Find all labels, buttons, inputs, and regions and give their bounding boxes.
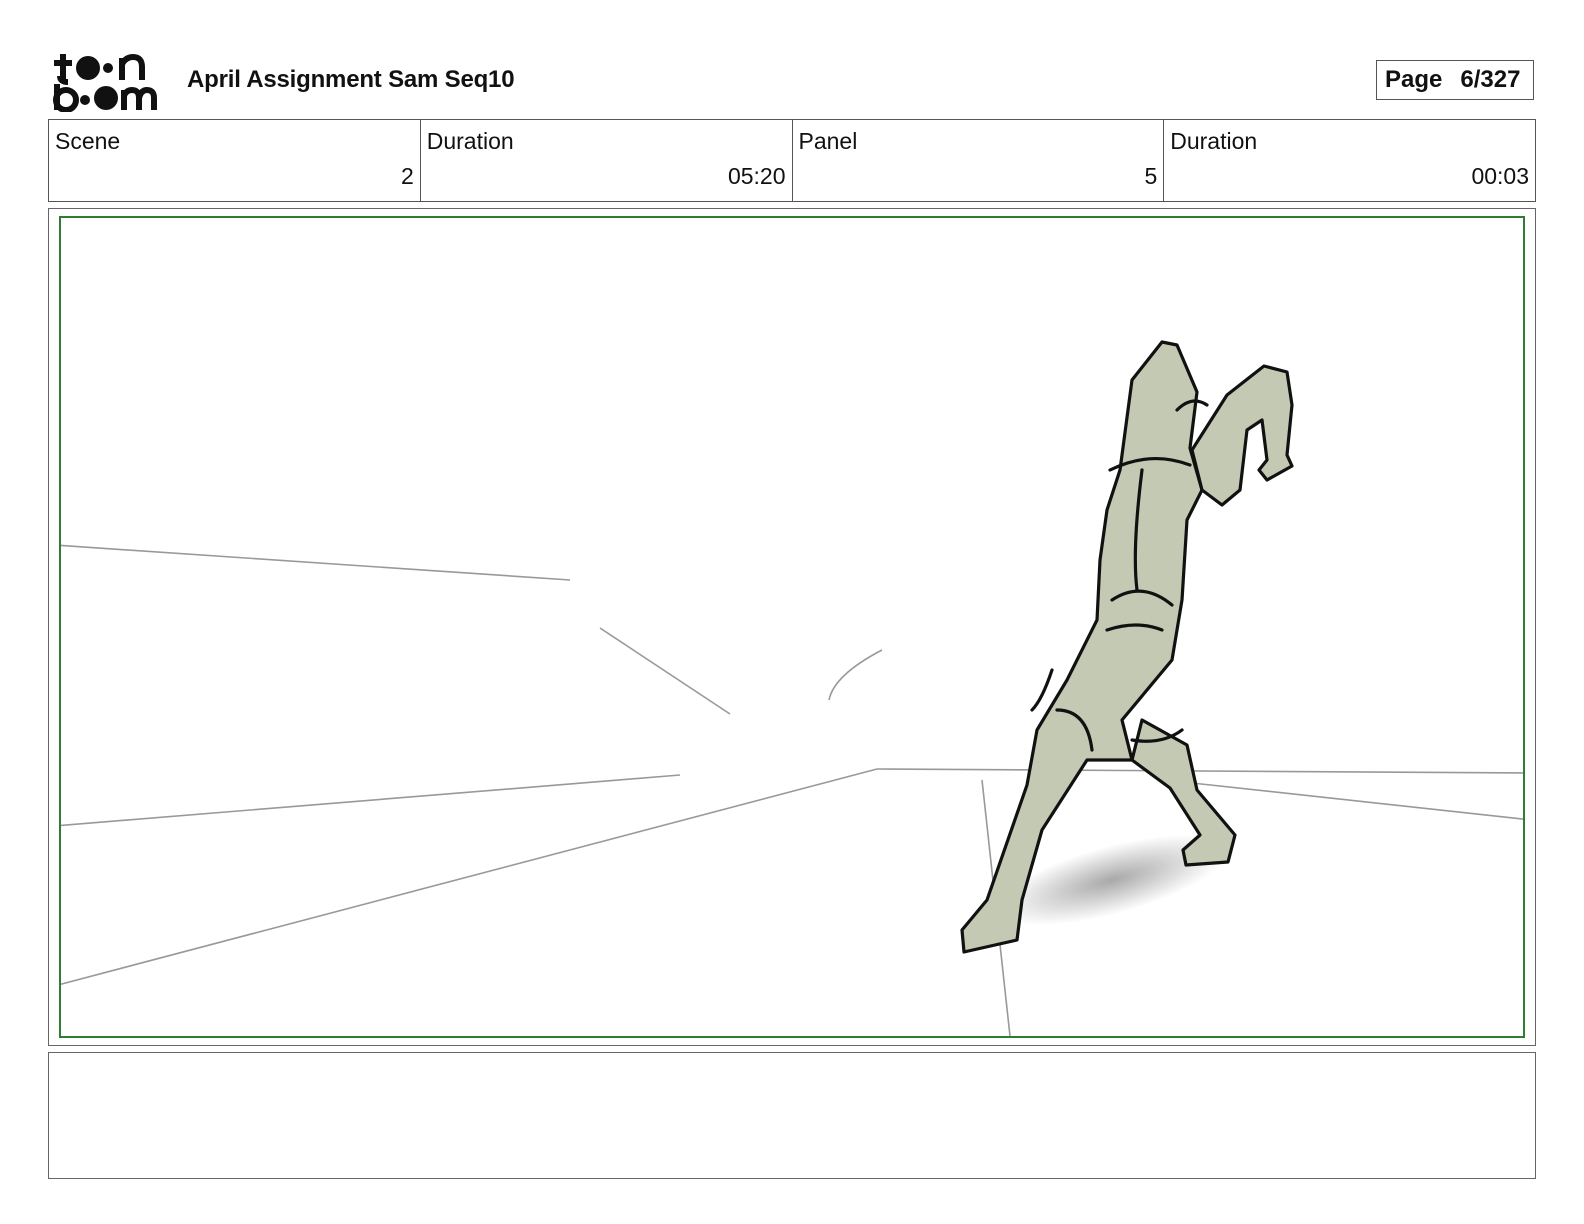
scene-duration-label: Duration bbox=[426, 128, 514, 154]
document-title: April Assignment Sam Seq10 bbox=[187, 66, 515, 93]
panel-drawing bbox=[59, 216, 1525, 1038]
scene-cell: Scene 2 bbox=[49, 120, 421, 201]
storyboard-sketch bbox=[61, 340, 1523, 1036]
scene-value: 2 bbox=[400, 163, 414, 189]
page-label: Page bbox=[1385, 66, 1443, 93]
panel-notes-box[interactable] bbox=[48, 1052, 1536, 1179]
perspective-lines bbox=[61, 544, 1523, 1036]
logo-graphic bbox=[53, 53, 157, 113]
panel-duration-label: Duration bbox=[1170, 128, 1258, 154]
panel-duration-cell: Duration 00:03 bbox=[1164, 120, 1535, 201]
panel-value: 5 bbox=[1144, 163, 1158, 189]
scene-duration-cell: Duration 05:20 bbox=[421, 120, 793, 201]
page-number: 6/327 bbox=[1460, 66, 1521, 93]
panel-label: Panel bbox=[798, 128, 858, 154]
panel-cell: Panel 5 bbox=[793, 120, 1165, 201]
panel-duration-value: 00:03 bbox=[1471, 163, 1529, 189]
scene-label: Scene bbox=[55, 128, 121, 154]
panel-info-bar: Scene 2 Duration 05:20 Panel 5 Duration … bbox=[48, 119, 1536, 202]
scene-duration-value: 05:20 bbox=[727, 163, 786, 189]
page-indicator: Page 6/327 bbox=[1376, 60, 1534, 100]
toon-boom-logo bbox=[50, 50, 165, 113]
